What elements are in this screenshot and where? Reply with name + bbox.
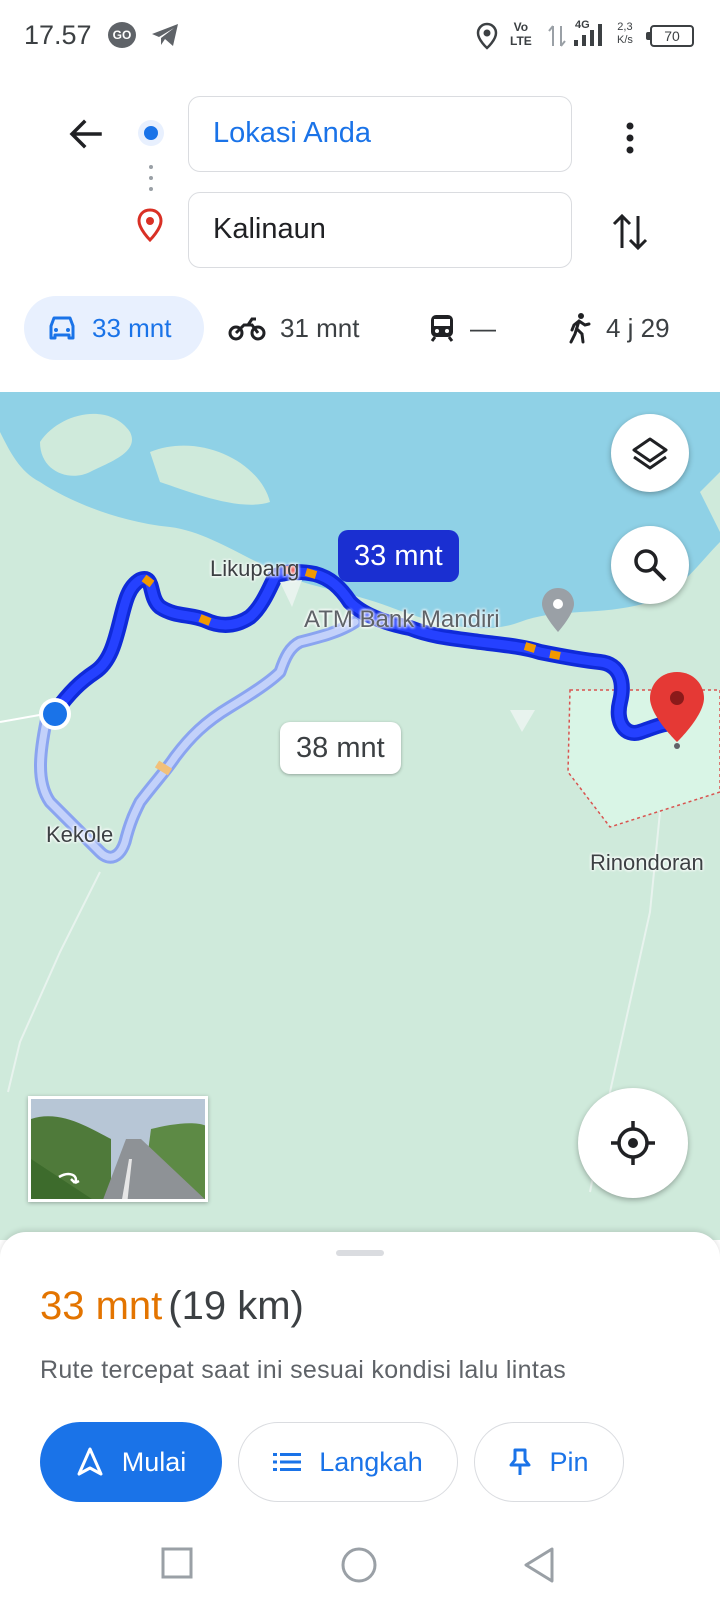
search-icon (634, 549, 667, 582)
crosshair-icon (611, 1121, 655, 1165)
motorcycle-icon (228, 317, 266, 341)
swap-icon[interactable] (610, 208, 650, 256)
square-icon (161, 1547, 193, 1579)
motorcycle-time: 31 mnt (280, 312, 360, 343)
battery-icon: 70 (646, 25, 694, 47)
primary-route-time[interactable]: 33 mnt (338, 530, 459, 582)
network-speed: 2,3 K/s (617, 21, 633, 46)
status-time: 17.57 (24, 20, 92, 50)
steps-label: Langkah (319, 1446, 423, 1477)
system-nav-bar (0, 1518, 720, 1612)
destination-input[interactable]: Kalinaun (188, 192, 572, 268)
pushpin-icon (509, 1448, 531, 1475)
start-label: Mulai (121, 1446, 187, 1477)
triangle-back-icon (524, 1547, 554, 1583)
map-label-rinondoran: Rinondoran (590, 850, 704, 875)
layers-button[interactable] (611, 414, 689, 492)
train-icon (430, 315, 454, 342)
map-label-kekole: Kekole (46, 822, 114, 847)
location-status-icon (476, 22, 498, 50)
route-duration: 33 mnt (40, 1284, 163, 1328)
status-bar: 17.57 GO Vo LTE 4G 2,3 K/s 70 (0, 0, 720, 72)
home-button[interactable] (340, 1546, 378, 1589)
route-summary: 33 mnt (19 km) (40, 1284, 304, 1329)
origin-dot-icon (138, 120, 164, 146)
recents-button[interactable] (160, 1546, 194, 1585)
mode-motorcycle-tab[interactable]: 31 mnt (228, 296, 360, 360)
mode-car-tab[interactable]: 33 mnt (24, 296, 204, 360)
transit-time: — (470, 312, 496, 343)
map-label-likupang: Likupang (210, 556, 300, 581)
start-button[interactable]: Mulai (40, 1422, 222, 1502)
walking-icon (569, 313, 591, 344)
steps-button[interactable]: Langkah (238, 1422, 458, 1502)
pin-button[interactable]: Pin (474, 1422, 624, 1502)
layers-icon (632, 437, 668, 470)
search-along-route-button[interactable] (611, 526, 689, 604)
street-view-image (31, 1099, 205, 1199)
navigation-arrow-icon (77, 1447, 103, 1476)
car-icon (49, 316, 75, 340)
map-label-atm[interactable]: ATM Bank Mandiri (304, 606, 500, 634)
car-time: 33 mnt (92, 312, 172, 343)
street-view-thumbnail[interactable] (28, 1096, 208, 1202)
back-arrow-icon[interactable] (62, 110, 110, 158)
back-button[interactable] (522, 1546, 556, 1589)
route-description: Rute tercepat saat ini sesuai kondisi la… (40, 1356, 567, 1384)
walk-time: 4 j 29 (606, 312, 670, 343)
data-arrows-icon (548, 25, 566, 47)
destination-pin-icon (137, 208, 163, 242)
more-options-icon[interactable] (616, 114, 644, 162)
telegram-icon (152, 24, 178, 46)
mode-transit-tab[interactable]: — (428, 296, 496, 360)
sheet-drag-handle[interactable] (336, 1250, 384, 1256)
go-app-icon: GO (108, 22, 136, 48)
volte-indicator: Vo LTE (510, 20, 532, 48)
pin-label: Pin (549, 1446, 589, 1477)
mode-walk-tab[interactable]: 4 j 29 (566, 296, 670, 360)
route-distance: (19 km) (168, 1284, 304, 1328)
alternative-route-time[interactable]: 38 mnt (280, 722, 401, 774)
route-connector (149, 165, 153, 195)
circle-icon (341, 1547, 377, 1583)
origin-input[interactable]: Lokasi Anda (188, 96, 572, 172)
list-icon (273, 1453, 302, 1471)
signal-icon (574, 24, 602, 46)
my-location-button[interactable] (578, 1088, 688, 1198)
